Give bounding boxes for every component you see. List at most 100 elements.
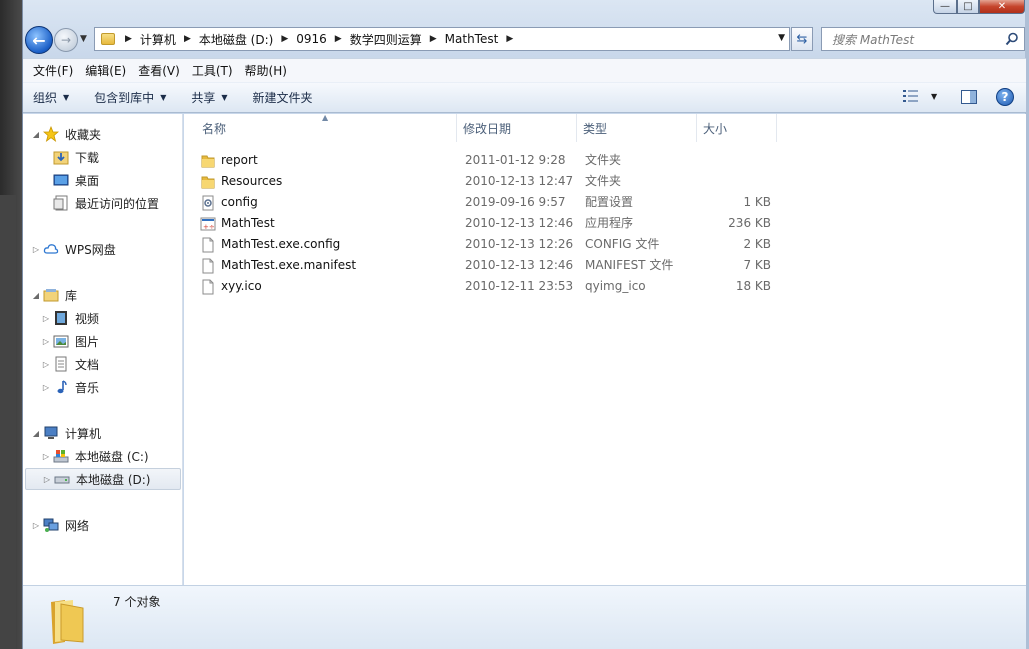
expand-arrow-icon[interactable]: ▷ [31, 245, 41, 254]
cloud-icon [43, 244, 59, 254]
collapse-arrow-icon[interactable]: ◢ [31, 130, 41, 139]
details-view-icon [903, 90, 918, 102]
chevron-right-icon[interactable]: ▶ [506, 34, 513, 44]
library-icon [43, 289, 59, 302]
table-row[interactable]: report 2011-01-12 9:28 文件夹 [200, 150, 780, 171]
table-row[interactable]: xyy.ico 2010-12-11 23:53 qyimg_ico 18 KB [200, 276, 780, 297]
application-icon: +÷ [200, 216, 216, 232]
file-name: MathTest.exe.config [221, 237, 341, 251]
file-name-cell[interactable]: config [200, 192, 258, 213]
help-button[interactable]: ? [996, 88, 1014, 106]
nav-pictures[interactable]: ▷ 图片 [41, 330, 99, 352]
chevron-right-icon[interactable]: ▶ [281, 34, 288, 44]
breadcrumb-drive-d[interactable]: 本地磁盘 (D:) [199, 31, 273, 48]
nav-downloads[interactable]: 下载 [53, 146, 99, 168]
organize-button[interactable]: 组织 ▼ [33, 89, 69, 106]
refresh-button[interactable]: ⇆ [791, 27, 813, 51]
menu-edit[interactable]: 编辑(E) [79, 62, 132, 79]
file-name-cell[interactable]: xyy.ico [200, 276, 262, 297]
document-icon [55, 356, 67, 372]
history-dropdown-icon[interactable]: ▼ [80, 34, 87, 44]
explorer-window: — □ ✕ ← → ▼ ▶ 计算机 ▶ 本地磁盘 (D:) ▶ 0916 ▶ 数… [22, 0, 1026, 649]
column-header-size[interactable]: 大小 [697, 114, 777, 142]
change-view-button[interactable]: ▼ [903, 89, 937, 103]
column-header-name[interactable]: 名称 ▲ [184, 113, 457, 142]
file-date: 2011-01-12 9:28 [465, 153, 566, 167]
new-folder-button[interactable]: 新建文件夹 [253, 89, 313, 106]
close-button[interactable]: ✕ [979, 0, 1025, 14]
nav-wps[interactable]: ▷ WPS网盘 [31, 238, 116, 260]
file-icon [200, 279, 216, 295]
file-name-cell[interactable]: Resources [200, 171, 282, 192]
file-icon [200, 237, 216, 253]
expand-arrow-icon[interactable]: ▷ [41, 314, 51, 323]
nav-documents[interactable]: ▷ 文档 [41, 353, 99, 375]
breadcrumb-0916[interactable]: 0916 [296, 32, 327, 46]
expand-arrow-icon[interactable]: ▷ [41, 337, 51, 346]
chevron-right-icon[interactable]: ▶ [335, 34, 342, 44]
chevron-right-icon[interactable]: ▶ [125, 34, 132, 44]
minimize-button[interactable]: — [933, 0, 957, 14]
file-type: qyimg_ico [585, 279, 646, 293]
search-input[interactable]: 搜索 MathTest [821, 27, 1025, 51]
menu-tools[interactable]: 工具(T) [186, 62, 239, 79]
file-type: MANIFEST 文件 [585, 258, 674, 272]
breadcrumb-arithmetic[interactable]: 数学四则运算 [350, 31, 422, 48]
expand-arrow-icon[interactable]: ▷ [41, 452, 51, 461]
back-button[interactable]: ← [25, 26, 53, 54]
chevron-down-icon[interactable]: ▼ [931, 92, 937, 101]
file-size: 1 KB [743, 195, 771, 209]
collapse-arrow-icon[interactable]: ◢ [31, 429, 41, 438]
nav-videos[interactable]: ▷ 视频 [41, 307, 99, 329]
column-header-date[interactable]: 修改日期 [457, 114, 577, 142]
nav-drive-d[interactable]: ▷ 本地磁盘 (D:) [25, 468, 181, 490]
expand-arrow-icon[interactable]: ▷ [41, 360, 51, 369]
collapse-arrow-icon[interactable]: ◢ [31, 291, 41, 300]
preview-pane-button[interactable] [961, 90, 977, 104]
nav-recent[interactable]: 最近访问的位置 [53, 192, 159, 214]
column-header-date-label: 修改日期 [463, 121, 512, 136]
command-bar: 组织 ▼ 包含到库中 ▼ 共享 ▼ 新建文件夹 ▼ ? [23, 82, 1026, 113]
nav-computer-label: 计算机 [65, 426, 102, 441]
address-bar[interactable]: ▶ 计算机 ▶ 本地磁盘 (D:) ▶ 0916 ▶ 数学四则运算 ▶ Math… [94, 27, 790, 51]
file-name-cell[interactable]: +÷ MathTest [200, 213, 275, 234]
nav-computer[interactable]: ◢ 计算机 [31, 422, 101, 444]
table-row[interactable]: MathTest.exe.manifest 2010-12-13 12:46 MAN… [200, 255, 780, 276]
chevron-right-icon[interactable]: ▶ [184, 34, 191, 44]
folder-icon [51, 600, 84, 644]
forward-button[interactable]: → [54, 28, 78, 52]
nav-favorites[interactable]: ◢ 收藏夹 [31, 123, 101, 145]
maximize-button[interactable]: □ [957, 0, 979, 14]
table-row[interactable]: config 2019-09-16 9:57 配置设置 1 KB [200, 192, 780, 213]
table-row[interactable]: Resources 2010-12-13 12:47 文件夹 [200, 171, 780, 192]
nav-pictures-label: 图片 [75, 334, 100, 349]
file-type: 文件夹 [585, 174, 622, 188]
expand-arrow-icon[interactable]: ▷ [41, 383, 51, 392]
include-in-library-button[interactable]: 包含到库中 ▼ [94, 89, 166, 106]
nav-desktop[interactable]: 桌面 [53, 169, 99, 191]
file-size: 236 KB [728, 216, 771, 230]
expand-arrow-icon[interactable]: ▷ [31, 521, 41, 530]
nav-network[interactable]: ▷ 网络 [31, 514, 89, 536]
menu-view[interactable]: 查看(V) [132, 62, 186, 79]
chevron-right-icon[interactable]: ▶ [430, 34, 437, 44]
search-icon[interactable] [1005, 32, 1019, 46]
nav-music[interactable]: ▷ 音乐 [41, 376, 99, 398]
nav-drive-c[interactable]: ▷ 本地磁盘 (C:) [41, 445, 149, 467]
breadcrumb-mathtest[interactable]: MathTest [445, 32, 499, 46]
address-dropdown-icon[interactable]: ▼ [778, 33, 785, 43]
column-header-type[interactable]: 类型 [577, 114, 697, 142]
file-name-cell[interactable]: MathTest.exe.config [200, 234, 340, 255]
table-row[interactable]: MathTest.exe.config 2010-12-13 12:26 CONFI… [200, 234, 780, 255]
file-icon [200, 258, 216, 274]
file-name-cell[interactable]: report [200, 150, 258, 171]
menu-help[interactable]: 帮助(H) [239, 62, 293, 79]
table-row[interactable]: +÷ MathTest 2010-12-13 12:46 应用程序 236 KB [200, 213, 780, 234]
nav-libraries[interactable]: ◢ 库 [31, 284, 77, 306]
file-name-cell[interactable]: MathTest.exe.manifest [200, 255, 356, 276]
expand-arrow-icon[interactable]: ▷ [42, 475, 52, 484]
menu-file[interactable]: 文件(F) [27, 62, 79, 79]
breadcrumb-computer[interactable]: 计算机 [140, 31, 176, 48]
share-button[interactable]: 共享 ▼ [191, 89, 227, 106]
nav-drive-d-label: 本地磁盘 (D:) [76, 472, 151, 487]
